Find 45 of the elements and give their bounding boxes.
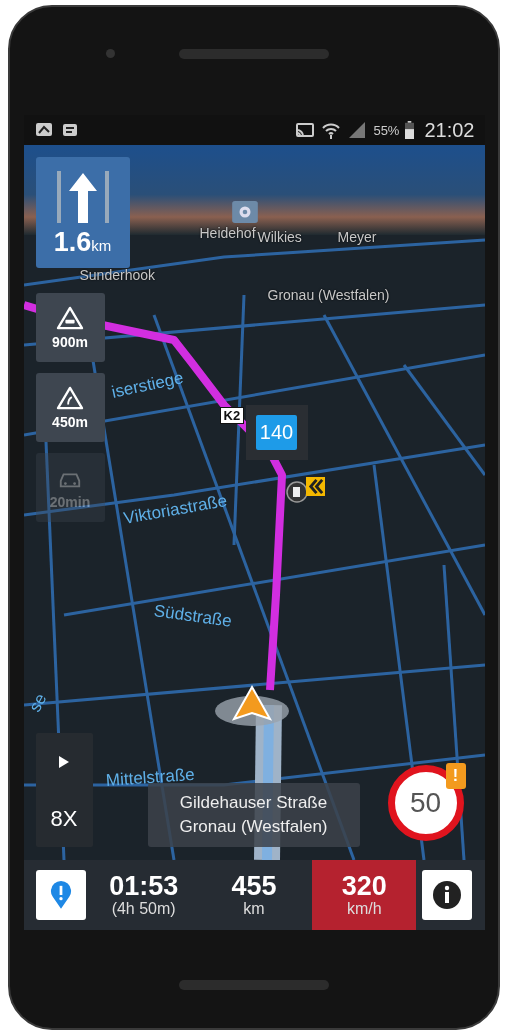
remaining-duration: (4h 50m) — [111, 899, 176, 918]
maneuver-panel[interactable]: 1.6km — [35, 157, 130, 268]
city-name: Gronau (Westfalen) — [179, 817, 328, 837]
cast-icon — [295, 120, 316, 140]
info-button[interactable] — [422, 870, 473, 920]
position-arrow-icon — [213, 685, 290, 727]
distance-unit: km — [243, 899, 265, 918]
speed-camera-icon — [231, 201, 258, 223]
alert-panel[interactable]: 450m — [35, 373, 105, 442]
current-speed: 320 — [341, 872, 387, 900]
speed-unit: km/h — [347, 899, 382, 918]
playback-speed-button[interactable]: 8X — [35, 790, 93, 847]
battery-percentage: 55% — [373, 122, 400, 138]
street-name: Gildehauser Straße — [179, 793, 328, 813]
signal-icon — [347, 120, 368, 140]
map-pin-alert-icon — [49, 880, 72, 910]
speed-limit-value: 50 — [409, 787, 442, 819]
alert-distance: 450m — [52, 413, 88, 430]
status-time: 21:02 — [424, 118, 475, 142]
alert-distance: 20min — [49, 493, 91, 510]
arrival-time: 01:53 — [109, 872, 179, 900]
map-label: se — [24, 690, 51, 716]
speed-warning-badge: ! — [445, 763, 466, 789]
maneuver-distance: 1.6km — [53, 227, 112, 258]
map-label: iserstiege — [109, 368, 185, 403]
front-camera — [106, 49, 115, 58]
map-label: Sunderhook — [79, 267, 155, 283]
alert-distance: 900m — [52, 333, 88, 350]
map-label: Meyer — [337, 229, 377, 245]
remaining-distance: 455 — [231, 872, 277, 900]
battery-icon — [405, 121, 415, 139]
warning-sign-icon — [56, 305, 84, 330]
warning-sign-icon — [56, 385, 84, 410]
map-label: Südstraße — [152, 601, 233, 632]
road-badge: K2 — [219, 407, 245, 424]
speed-camera-limit: 140 — [255, 415, 298, 450]
report-button[interactable] — [35, 870, 86, 920]
map-label: Viktoriastraße — [121, 491, 229, 529]
alert-panel[interactable]: 900m — [35, 293, 105, 362]
info-icon — [432, 880, 463, 910]
map-label: Wilkies — [257, 229, 302, 245]
map-label: Mittelstraße — [104, 764, 195, 791]
map-label: Gronau (Westfalen) — [267, 287, 390, 303]
play-icon — [58, 754, 70, 769]
map-label: Heidehof — [199, 225, 256, 241]
